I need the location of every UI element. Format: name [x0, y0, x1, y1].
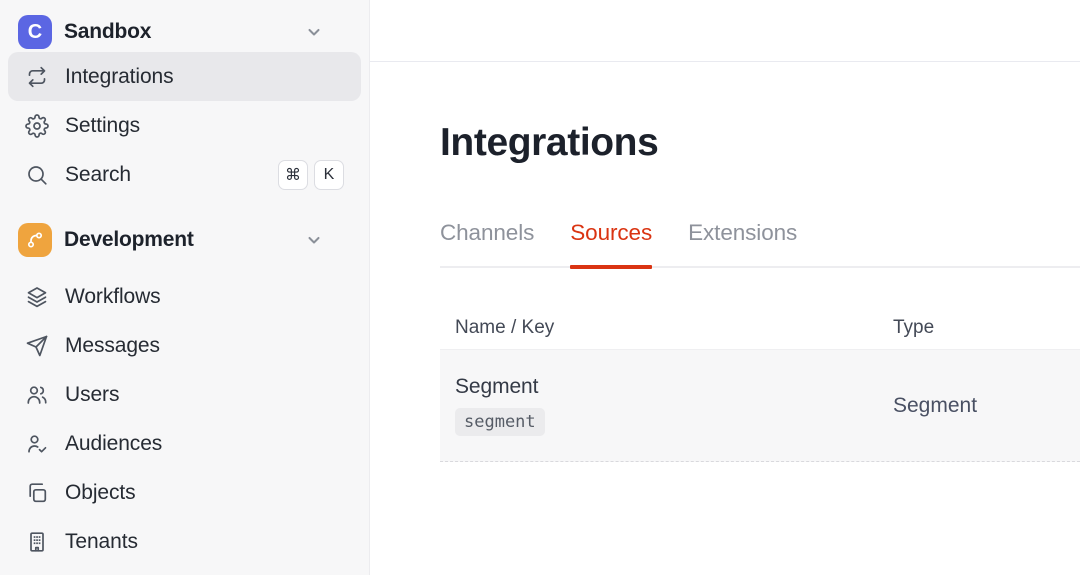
sidebar-item-settings[interactable]: Settings	[8, 101, 361, 150]
paper-plane-icon	[25, 334, 49, 358]
chevron-down-icon	[305, 231, 323, 249]
sidebar-item-label: Users	[65, 382, 120, 406]
sidebar-item-label: Messages	[65, 333, 160, 357]
copy-icon	[25, 481, 49, 505]
page-title: Integrations	[440, 121, 659, 164]
table-row[interactable]: Segment segment Segment	[440, 349, 1080, 462]
sidebar-item-label: Objects	[65, 480, 136, 504]
section-development[interactable]: Development	[8, 215, 361, 264]
sources-table: Name / Key Type Segment segment Segment	[440, 316, 1080, 462]
building-icon	[25, 530, 49, 554]
content: Integrations Channels Sources Extensions…	[370, 119, 1080, 462]
sidebar-item-objects[interactable]: Objects	[8, 468, 361, 517]
sidebar-item-label: Tenants	[65, 529, 138, 553]
topbar	[370, 0, 1080, 62]
section-label: Development	[64, 227, 194, 251]
sidebar-item-integrations[interactable]: Integrations	[8, 52, 361, 101]
layers-icon	[25, 285, 49, 309]
k-key-badge: K	[314, 159, 344, 190]
command-key-badge: ⌘	[278, 159, 308, 190]
source-name: Segment	[455, 375, 539, 398]
column-header-type: Type	[893, 317, 935, 338]
sidebar-item-label: Settings	[65, 113, 141, 137]
tab-extensions[interactable]: Extensions	[688, 219, 797, 266]
person-check-icon	[25, 432, 49, 456]
app-window: C Sandbox Integrations Settings Search ⌘…	[0, 0, 1080, 575]
tab-sources[interactable]: Sources	[570, 219, 652, 269]
workspace-logo-icon: C	[18, 15, 52, 49]
workspace-name: Sandbox	[64, 20, 152, 43]
swap-arrows-icon	[25, 65, 49, 89]
sidebar-item-label: Workflows	[65, 284, 161, 308]
search-shortcut: ⌘ K	[278, 159, 344, 190]
branch-icon	[18, 222, 52, 257]
workspace-switcher[interactable]: C Sandbox	[8, 12, 361, 52]
sidebar-item-users[interactable]: Users	[8, 370, 361, 419]
sidebar-item-workflows[interactable]: Workflows	[8, 272, 361, 321]
sidebar: C Sandbox Integrations Settings Search ⌘…	[0, 0, 370, 575]
sidebar-item-label: Search	[65, 162, 131, 186]
sidebar-item-tenants[interactable]: Tenants	[8, 517, 361, 566]
sidebar-item-audiences[interactable]: Audiences	[8, 419, 361, 468]
column-header-name-key: Name / Key	[455, 317, 555, 338]
chevron-down-icon	[305, 23, 323, 41]
search-icon	[25, 163, 49, 187]
tab-channels[interactable]: Channels	[440, 219, 534, 266]
cell-name-key: Segment segment	[455, 375, 893, 436]
sidebar-item-label: Audiences	[65, 431, 163, 455]
source-key-badge: segment	[455, 408, 545, 436]
sidebar-item-search[interactable]: Search ⌘ K	[8, 150, 361, 199]
sidebar-item-label: Integrations	[65, 64, 174, 88]
tab-bar: Channels Sources Extensions	[440, 219, 1080, 269]
main-area: Integrations Channels Sources Extensions…	[370, 0, 1080, 575]
sidebar-item-messages[interactable]: Messages	[8, 321, 361, 370]
source-type: Segment	[893, 393, 978, 417]
users-icon	[25, 383, 49, 407]
table-header: Name / Key Type	[440, 316, 1080, 349]
gear-icon	[25, 113, 49, 138]
